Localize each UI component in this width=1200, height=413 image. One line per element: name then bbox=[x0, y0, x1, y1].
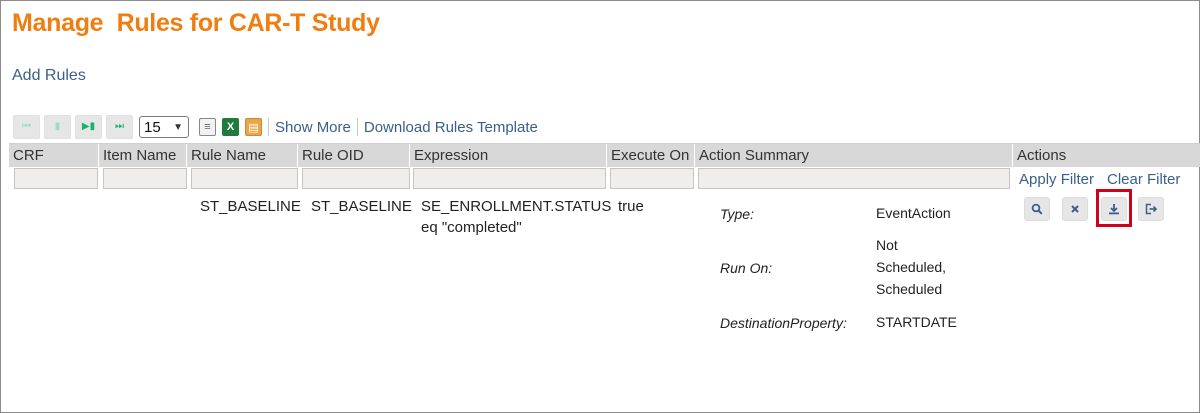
next-page-button[interactable]: ▶▮ bbox=[75, 115, 102, 139]
table-header: CRF Item Name Rule Name Rule OID Express… bbox=[9, 143, 1200, 168]
previous-page-icon: ▮ bbox=[54, 121, 61, 132]
cell-expression-line2: eq "completed" bbox=[421, 219, 522, 236]
apply-filter-link[interactable]: Apply Filter bbox=[1019, 171, 1094, 188]
filter-rule-oid[interactable] bbox=[302, 168, 410, 189]
filter-rule-name[interactable] bbox=[191, 168, 298, 189]
page-frame: Manage Rules for CAR-T Study Add Rules ⏮… bbox=[0, 0, 1200, 413]
action-type-label: Type: bbox=[720, 206, 754, 222]
download-rule-button[interactable] bbox=[1101, 197, 1127, 221]
column-header-item-name[interactable]: Item Name bbox=[98, 144, 187, 168]
run-on-value-line1: Not bbox=[876, 237, 898, 253]
run-on-value-line2: Scheduled, bbox=[876, 259, 947, 275]
last-page-icon: ⏭ bbox=[115, 121, 124, 132]
destination-property-value: STARTDATE bbox=[876, 314, 957, 330]
filter-crf[interactable] bbox=[14, 168, 98, 189]
column-header-action-summary[interactable]: Action Summary bbox=[694, 144, 1013, 168]
previous-page-button[interactable]: ▮ bbox=[44, 115, 71, 139]
excel-export-icon[interactable]: X bbox=[222, 118, 239, 136]
remove-rule-button[interactable] bbox=[1062, 197, 1088, 221]
column-header-crf[interactable]: CRF bbox=[9, 144, 101, 168]
filter-execute-on[interactable] bbox=[610, 168, 694, 189]
first-page-button[interactable]: ⏮ bbox=[13, 115, 40, 139]
filter-action-summary[interactable] bbox=[698, 168, 1010, 189]
last-page-button[interactable]: ⏭ bbox=[106, 115, 133, 139]
column-header-execute-on[interactable]: Execute On bbox=[606, 144, 695, 168]
toolbar-divider bbox=[356, 118, 358, 136]
column-header-rule-oid[interactable]: Rule OID bbox=[297, 144, 410, 168]
clear-filter-link[interactable]: Clear Filter bbox=[1107, 171, 1180, 188]
chevron-down-icon: ▼ bbox=[173, 121, 183, 133]
column-header-rule-name[interactable]: Rule Name bbox=[186, 144, 298, 168]
column-header-expression[interactable]: Expression bbox=[409, 144, 607, 168]
cell-rule-oid: ST_BASELINE bbox=[311, 198, 412, 215]
page-size-select[interactable]: 15 ▼ bbox=[139, 116, 189, 138]
filter-expression[interactable] bbox=[413, 168, 606, 189]
filter-item-name[interactable] bbox=[103, 168, 187, 189]
download-rules-template-link[interactable]: Download Rules Template bbox=[364, 119, 538, 136]
add-rules-link[interactable]: Add Rules bbox=[12, 67, 86, 85]
print-icon[interactable]: ≡ bbox=[199, 118, 216, 136]
close-icon bbox=[1071, 205, 1079, 213]
column-header-actions: Actions bbox=[1012, 144, 1200, 168]
action-type-value: EventAction bbox=[876, 205, 951, 221]
cell-expression-line1: SE_ENROLLMENT.STATUS bbox=[421, 198, 612, 215]
view-rule-button[interactable] bbox=[1024, 197, 1050, 221]
cell-rule-name: ST_BASELINE bbox=[200, 198, 301, 215]
search-icon bbox=[1031, 203, 1043, 215]
download-icon bbox=[1109, 204, 1119, 215]
export-rule-button[interactable] bbox=[1138, 197, 1164, 221]
page-title: Manage Rules for CAR-T Study bbox=[12, 9, 380, 37]
toolbar-divider bbox=[268, 118, 269, 136]
pdf-export-icon[interactable]: ▤ bbox=[245, 118, 262, 136]
export-icon bbox=[1145, 203, 1157, 215]
next-page-icon: ▶▮ bbox=[81, 121, 96, 132]
table-toolbar: ⏮ ▮ ▶▮ ⏭ 15 ▼ ≡ X ▤ Show More Download R… bbox=[13, 114, 538, 140]
show-more-link[interactable]: Show More bbox=[275, 119, 351, 136]
run-on-value-line3: Scheduled bbox=[876, 281, 943, 297]
run-on-label: Run On: bbox=[720, 260, 773, 276]
page-size-value: 15 bbox=[144, 118, 161, 136]
first-page-icon: ⏮ bbox=[22, 121, 31, 132]
cell-execute-on: true bbox=[618, 198, 644, 215]
destination-property-label: DestinationProperty: bbox=[720, 315, 847, 331]
